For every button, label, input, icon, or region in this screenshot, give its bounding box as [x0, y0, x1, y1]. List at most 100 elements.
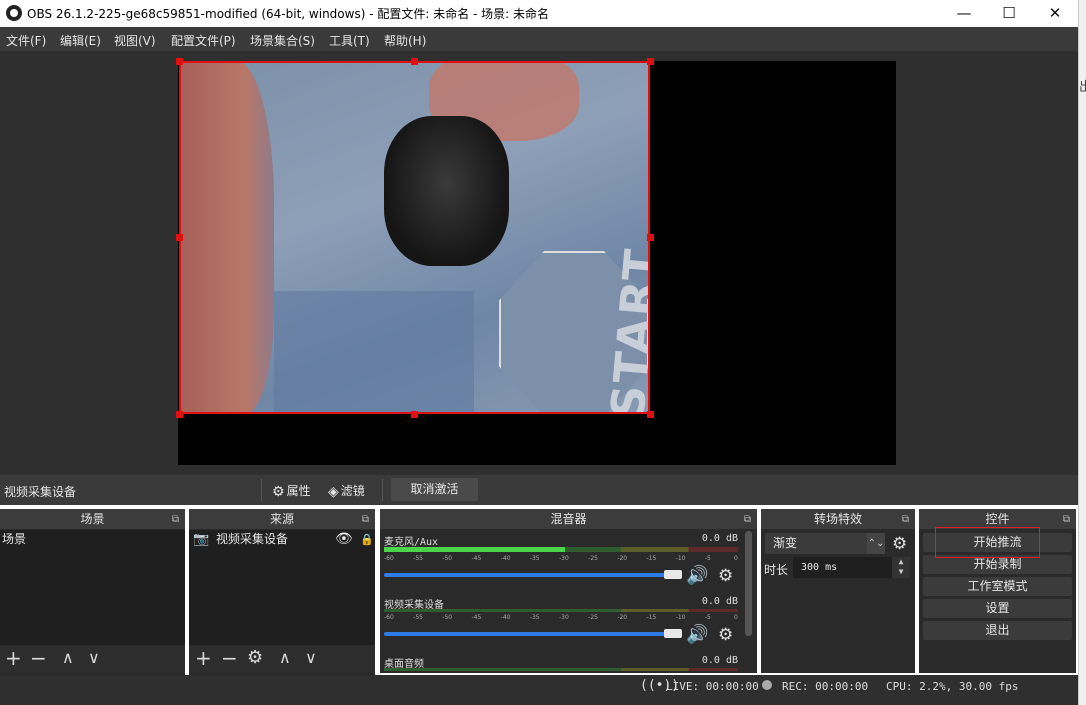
float-dock-icon[interactable]: ⧉ [1063, 510, 1070, 530]
close-button[interactable]: ✕ [1032, 0, 1078, 27]
background-window-edge: 出 [1078, 0, 1086, 705]
remove-source-button[interactable]: − [221, 647, 238, 669]
source-selection-box[interactable] [179, 61, 650, 414]
meter-tick-label: -40 [500, 555, 511, 562]
move-scene-up-button[interactable]: ∧ [62, 647, 74, 669]
resize-handle-right[interactable] [647, 234, 654, 241]
toolbar-divider [382, 479, 383, 501]
resize-handle-bottom-left[interactable] [176, 411, 183, 418]
channel-settings-gear-icon[interactable]: ⚙ [718, 625, 733, 645]
record-dot-icon [762, 680, 772, 690]
source-item[interactable]: 📷 视频采集设备 👁 🔒 [189, 530, 375, 549]
volume-slider-knob[interactable] [664, 570, 682, 579]
spin-arrows-icon[interactable]: ▲ ▼ [892, 557, 910, 578]
exit-button[interactable]: 退出 [923, 621, 1072, 640]
filters-button[interactable]: ◈ 滤镜 [328, 482, 365, 500]
source-properties-gear-icon[interactable]: ⚙ [247, 647, 263, 669]
meter-tick-label: -35 [529, 555, 540, 562]
gear-icon: ⚙ [272, 484, 285, 500]
resize-handle-top-left[interactable] [176, 58, 183, 65]
resize-handle-left[interactable] [176, 234, 183, 241]
meter-tick-label: -20 [617, 555, 628, 562]
visibility-eye-icon[interactable]: 👁 [335, 530, 353, 549]
properties-button[interactable]: ⚙ 属性 [272, 482, 311, 500]
float-dock-icon[interactable]: ⧉ [362, 510, 369, 530]
meter-tick-label: -50 [442, 614, 453, 621]
mixer-title: 混音器 [550, 512, 587, 526]
float-dock-icon[interactable]: ⧉ [902, 510, 909, 530]
source-toolbar: 视频采集设备 ⚙ 属性 ◈ 滤镜 取消激活 [0, 475, 1078, 505]
camera-icon: 📷 [193, 532, 210, 547]
speaker-icon[interactable]: 🔊 [686, 624, 708, 645]
meter-tick-label: -5 [704, 555, 711, 562]
meter-tick-label: 0 [734, 614, 738, 621]
move-source-down-button[interactable]: ∨ [305, 647, 317, 669]
transition-selected: 渐变 [773, 536, 798, 550]
volume-slider-knob[interactable] [664, 629, 682, 638]
menu-profile[interactable]: 配置文件(P) [171, 32, 236, 49]
chevron-updown-icon: ⌃⌄ [867, 533, 885, 554]
menu-edit[interactable]: 编辑(E) [60, 32, 101, 49]
volume-slider[interactable] [384, 629, 682, 638]
add-source-button[interactable]: + [195, 647, 212, 669]
move-scene-down-button[interactable]: ∨ [88, 647, 100, 669]
meter-tick-label: -10 [675, 555, 686, 562]
menu-scene-collection[interactable]: 场景集合(S) [250, 32, 315, 49]
resize-handle-bottom-right[interactable] [647, 411, 654, 418]
add-scene-button[interactable]: + [5, 647, 22, 669]
settings-button[interactable]: 设置 [923, 599, 1072, 618]
meter-tick-label: -55 [413, 614, 423, 621]
title-bar: OBS 26.1.2-225-ge68c59851-modified (64-b… [0, 0, 1078, 27]
resize-handle-bottom[interactable] [411, 411, 418, 418]
transition-select[interactable]: 渐变 ⌃⌄ [765, 533, 885, 554]
meter-tick-label: -55 [413, 555, 423, 562]
meter-tick-label: -45 [471, 614, 482, 621]
minimize-button[interactable]: — [941, 0, 987, 27]
float-dock-icon[interactable]: ⧉ [744, 510, 751, 530]
move-source-up-button[interactable]: ∧ [279, 647, 291, 669]
obs-logo-icon [6, 5, 22, 21]
meter-tick-label: -60 [384, 555, 394, 562]
menu-file[interactable]: 文件(F) [6, 32, 46, 49]
menu-help[interactable]: 帮助(H) [384, 32, 426, 49]
volume-slider[interactable] [384, 570, 682, 579]
speaker-icon[interactable]: 🔊 [686, 565, 708, 586]
toolbar-divider [261, 479, 262, 501]
mixer-scrollbar[interactable] [745, 531, 752, 636]
channel-name: 麦克风/Aux [384, 537, 439, 548]
live-timer: LIVE: 00:00:00 [666, 680, 759, 693]
resize-handle-top[interactable] [411, 58, 418, 65]
source-item-label: 视频采集设备 [216, 532, 289, 546]
rec-timer: REC: 00:00:00 [782, 680, 869, 693]
meter-tick-label: 0 [734, 555, 738, 562]
controls-dock: 控件 ⧉ 开始推流 开始录制 工作室模式 设置 退出 [919, 509, 1076, 673]
resize-handle-top-right[interactable] [647, 58, 654, 65]
menu-tools[interactable]: 工具(T) [329, 32, 370, 49]
meter-tick-label: -15 [646, 614, 657, 621]
remove-scene-button[interactable]: − [30, 647, 47, 669]
mixer-dock: 混音器 ⧉ 麦克风/Aux 0.0 dB -60 -55 -50 -45 -40 -35 -3… [380, 509, 757, 673]
scene-item[interactable]: 场景 [0, 530, 185, 549]
studio-mode-button[interactable]: 工作室模式 [923, 577, 1072, 596]
filters-label: 滤镜 [340, 484, 365, 498]
duration-spinbox[interactable]: 300 ms ▲ ▼ [793, 557, 910, 578]
volume-meter [384, 668, 738, 671]
duration-value: 300 ms [801, 562, 838, 573]
menu-view[interactable]: 视图(V) [114, 32, 156, 49]
float-dock-icon[interactable]: ⧉ [172, 510, 179, 530]
transition-settings-gear-icon[interactable]: ⚙ [892, 534, 907, 554]
scenes-header: 场景 ⧉ [0, 509, 185, 529]
cpu-fps: CPU: 2.2%, 30.00 fps [886, 680, 1019, 693]
channel-db: 0.0 dB [701, 655, 738, 666]
deactivate-button[interactable]: 取消激活 [391, 478, 478, 501]
annotation-highlight-box [935, 527, 1040, 558]
meter-tick-label: -20 [617, 614, 628, 621]
sources-header: 来源 ⧉ [189, 509, 375, 529]
lock-icon[interactable]: 🔒 [360, 530, 374, 549]
scenes-title: 场景 [80, 512, 105, 526]
maximize-button[interactable]: ☐ [986, 0, 1032, 27]
status-bar: ((•)) LIVE: 00:00:00 REC: 00:00:00 CPU: … [0, 675, 1078, 705]
meter-tick-label: -25 [588, 555, 598, 562]
filter-icon: ◈ [328, 484, 339, 500]
channel-settings-gear-icon[interactable]: ⚙ [718, 566, 733, 586]
